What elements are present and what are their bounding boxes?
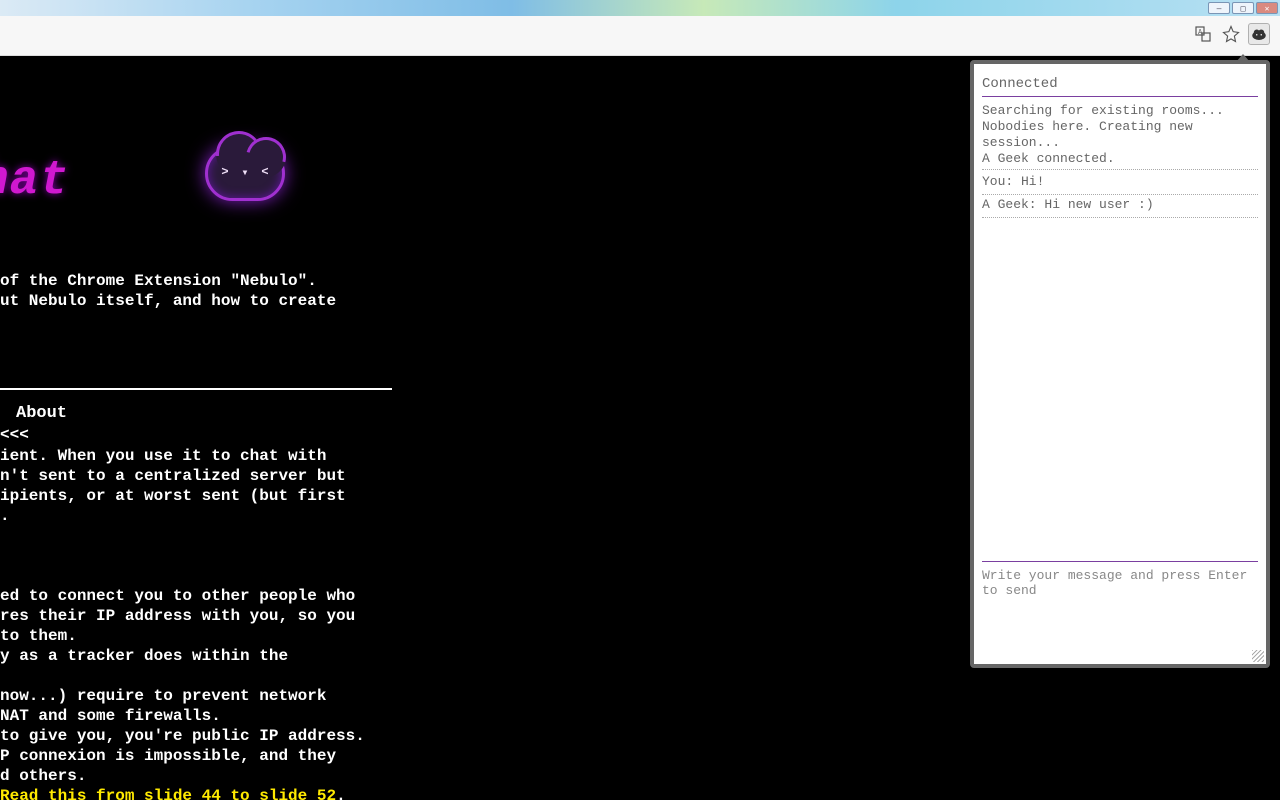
logo-sub: chat xyxy=(0,154,69,208)
cloud-logo-icon: >▾< xyxy=(200,131,300,211)
minimize-button[interactable]: — xyxy=(1208,2,1230,14)
about-paragraph-1: ient. When you use it to chat with n't s… xyxy=(0,446,360,526)
chat-line: A Geek connected. xyxy=(982,151,1258,167)
resize-grip-icon[interactable] xyxy=(1252,650,1264,662)
chat-line: A Geek: Hi new user :) xyxy=(982,197,1258,218)
about-heading: About xyxy=(16,404,67,423)
star-icon[interactable] xyxy=(1220,23,1242,45)
close-button[interactable]: ✕ xyxy=(1256,2,1278,14)
chat-popup: Connected Searching for existing rooms..… xyxy=(970,60,1270,668)
translate-icon[interactable]: A xyxy=(1192,23,1214,45)
window-titlebar xyxy=(0,0,1280,16)
maximize-button[interactable]: □ xyxy=(1232,2,1254,14)
nebulo-extension-icon[interactable] xyxy=(1248,23,1270,45)
chat-input[interactable] xyxy=(982,562,1258,656)
window-controls: — □ ✕ xyxy=(1208,2,1278,14)
chat-line: Nobodies here. Creating new session... xyxy=(982,119,1258,151)
extension-icons: A xyxy=(1192,23,1270,45)
highlight-link[interactable]: Read this from slide 44 to slide 52 xyxy=(0,787,336,800)
intro-text: of the Chrome Extension "Nebulo". ut Neb… xyxy=(0,271,360,311)
chat-status: Connected xyxy=(982,72,1258,97)
browser-toolbar xyxy=(0,16,1280,56)
chat-line: Searching for existing rooms... xyxy=(982,103,1258,119)
chat-line: You: Hi! xyxy=(982,169,1258,195)
section-divider xyxy=(0,388,392,390)
about-marker: <<< xyxy=(0,426,29,444)
about-paragraph-2: ed to connect you to other people who re… xyxy=(0,586,380,800)
chat-log: Searching for existing rooms... Nobodies… xyxy=(982,97,1258,226)
logo: JLOchat xyxy=(0,136,69,215)
